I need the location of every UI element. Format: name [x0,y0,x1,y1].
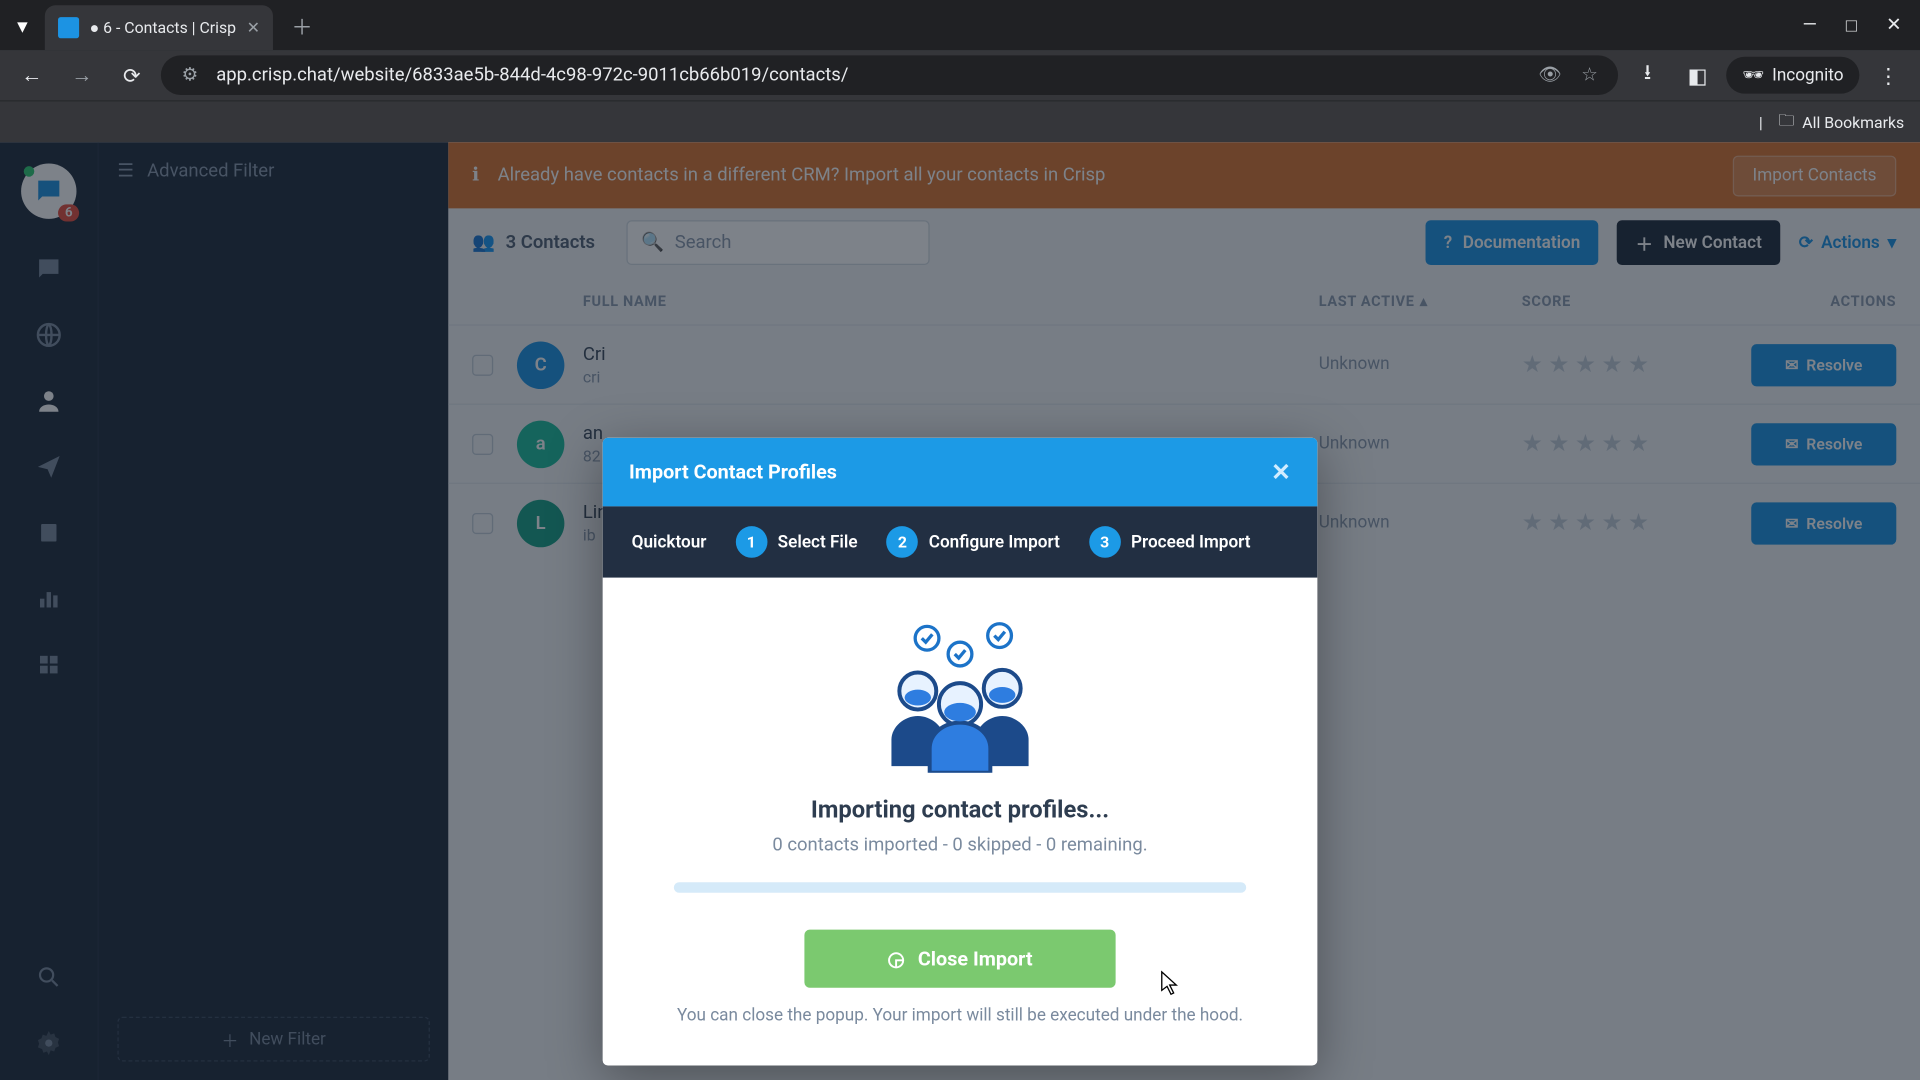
browser-menu-icon[interactable]: ⋮ [1867,54,1909,96]
progress-bar [674,882,1246,893]
browser-titlebar: ▾ ● 6 - Contacts | Crisp ✕ ＋ ― □ ✕ [0,0,1920,50]
folder-icon: 🗀 [1779,108,1795,136]
modal-close-button[interactable]: ✕ [1271,458,1291,486]
importing-title: Importing contact profiles... [647,796,1272,824]
step-proceed-import[interactable]: 3Proceed Import [1089,526,1251,558]
step-quicktour[interactable]: Quicktour [632,532,707,552]
tab-favicon [58,17,79,38]
tab-title: ● 6 - Contacts | Crisp [90,18,236,36]
tab-close-icon[interactable]: ✕ [247,18,260,36]
all-bookmarks-button[interactable]: 🗀 All Bookmarks [1779,108,1905,136]
import-illustration [868,615,1053,773]
new-tab-button[interactable]: ＋ [284,7,321,44]
nav-forward-button[interactable]: → [61,54,103,96]
nav-reload-button[interactable]: ⟳ [111,54,153,96]
window-close-icon[interactable]: ✕ [1886,14,1901,36]
side-panel-icon[interactable]: ◧ [1677,54,1719,96]
downloads-icon[interactable]: ⭳ [1626,54,1668,96]
modal-steps: Quicktour 1Select File 2Configure Import… [603,506,1318,577]
window-maximize-icon[interactable]: □ [1846,14,1857,36]
incognito-icon: 🕶 [1742,65,1764,85]
importing-status: 0 contacts imported - 0 skipped - 0 rema… [647,835,1272,856]
window-minimize-icon[interactable]: ― [1802,14,1816,36]
browser-tab[interactable]: ● 6 - Contacts | Crisp ✕ [45,5,273,50]
import-modal: Import Contact Profiles ✕ Quicktour 1Sel… [603,438,1318,1066]
modal-title: Import Contact Profiles [629,460,837,484]
browser-toolbar: ← → ⟳ ⚙ app.crisp.chat/website/6833ae5b-… [0,50,1920,100]
address-bar[interactable]: ⚙ app.crisp.chat/website/6833ae5b-844d-4… [161,55,1619,95]
site-settings-icon[interactable]: ⚙ [177,65,203,86]
modal-header: Import Contact Profiles ✕ [603,438,1318,507]
step-select-file[interactable]: 1Select File [735,526,857,558]
url-text: app.crisp.chat/website/6833ae5b-844d-4c9… [216,65,1523,86]
modal-hint: You can close the popup. Your import wil… [647,1006,1272,1026]
close-import-button[interactable]: ◶ Close Import [804,930,1115,988]
eye-off-icon[interactable]: 👁 [1537,65,1563,86]
bookmarks-bar: | 🗀 All Bookmarks [0,100,1920,142]
incognito-chip[interactable]: 🕶 Incognito [1727,57,1860,94]
spinner-icon: ◶ [887,947,904,971]
step-configure-import[interactable]: 2Configure Import [887,526,1060,558]
tab-search-button[interactable]: ▾ [0,0,45,50]
star-icon[interactable]: ☆ [1576,65,1602,86]
nav-back-button[interactable]: ← [11,54,53,96]
modal-body: Importing contact profiles... 0 contacts… [603,578,1318,1066]
